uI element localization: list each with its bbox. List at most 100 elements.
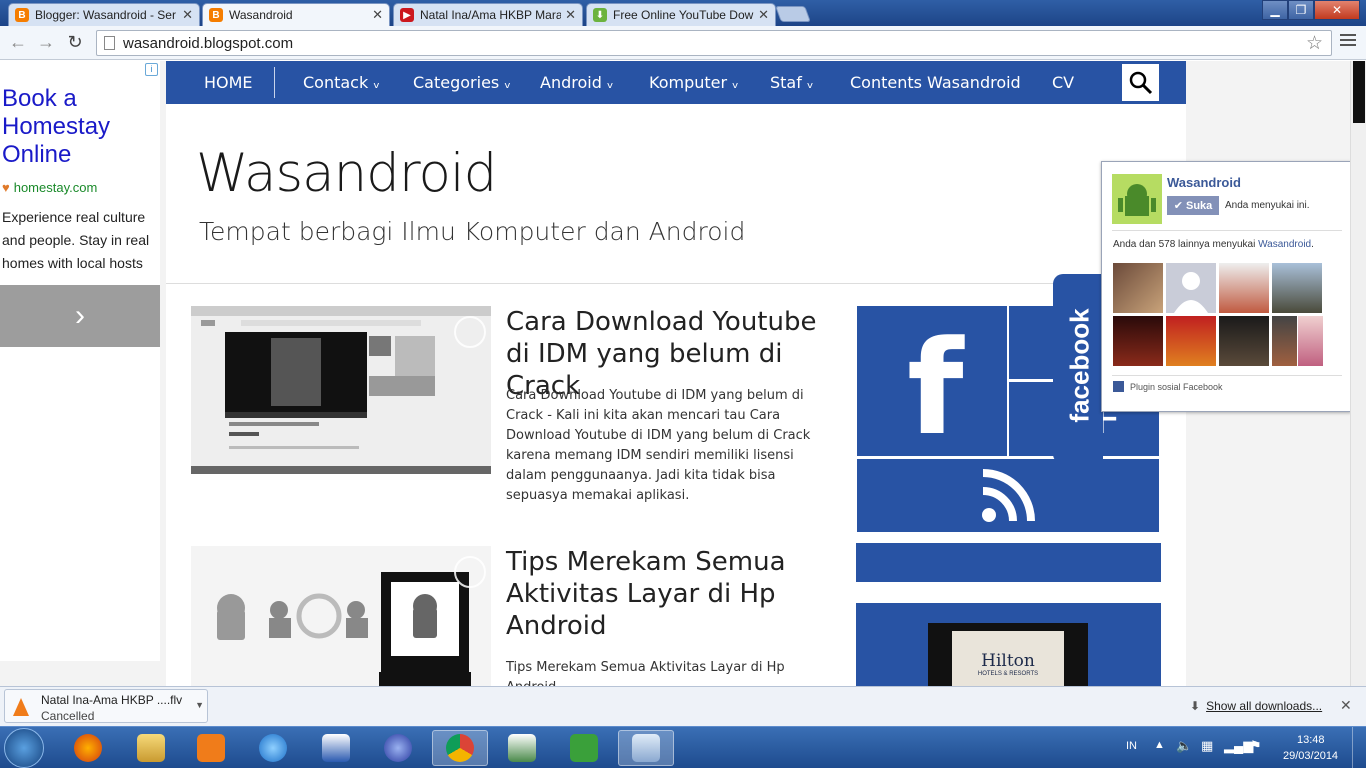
like-button[interactable]: ✔ Suka xyxy=(1167,196,1219,215)
ad-headline[interactable]: Book a Homestay Online xyxy=(2,85,152,169)
close-icon[interactable]: ✕ xyxy=(372,7,383,23)
nav-home[interactable]: HOME xyxy=(204,61,253,104)
taskbar-notepad[interactable] xyxy=(494,730,550,766)
taskbar-ie[interactable] xyxy=(245,730,301,766)
clock-date[interactable]: 29/03/2014 xyxy=(1283,750,1338,762)
screenshot-thumbnail-image xyxy=(191,306,491,474)
search-button[interactable] xyxy=(1122,64,1159,101)
taskbar-3g[interactable] xyxy=(370,730,426,766)
tab-title: Blogger: Wasandroid - Ser xyxy=(35,8,176,22)
hilton-ad[interactable]: Hilton HOTELS & RESORTS xyxy=(856,603,1161,686)
taskbar-explorer[interactable] xyxy=(123,730,179,766)
fan-avatar[interactable] xyxy=(1113,316,1163,366)
blue-banner xyxy=(856,543,1161,582)
taskbar-chrome[interactable] xyxy=(432,730,488,766)
ad-info-icon[interactable]: i xyxy=(145,63,158,76)
language-indicator[interactable]: IN xyxy=(1126,740,1137,752)
nav-contack[interactable]: Contack ᵥ xyxy=(303,61,380,104)
taskbar-media[interactable] xyxy=(183,730,239,766)
fan-avatar[interactable] xyxy=(1166,263,1216,313)
divider xyxy=(1112,375,1342,376)
play-icon xyxy=(454,556,486,588)
nav-android[interactable]: Android ᵥ xyxy=(540,61,614,104)
ad-domain[interactable]: ♥ homestay.com xyxy=(2,180,97,195)
signal-icon[interactable]: ▂▄▆ xyxy=(1224,738,1253,754)
search-icon xyxy=(1129,71,1152,94)
nav-komputer[interactable]: Komputer ᵥ xyxy=(649,61,739,104)
post-title[interactable]: Tips Merekam Semua Aktivitas Layar di Hp… xyxy=(506,546,826,642)
nav-contents[interactable]: Contents Wasandroid xyxy=(850,61,1021,104)
show-all-downloads-link[interactable]: ⬇ Show all downloads... xyxy=(1190,699,1322,713)
facebook-small-icon xyxy=(1113,381,1124,392)
taskbar-firefox[interactable] xyxy=(60,730,116,766)
plugin-label: Plugin sosial Facebook xyxy=(1130,381,1223,392)
action-center-icon[interactable]: ⚑ xyxy=(1250,738,1262,754)
clock-time[interactable]: 13:48 xyxy=(1297,734,1325,746)
address-bar[interactable]: wasandroid.blogspot.com ☆ xyxy=(96,30,1332,56)
blog-title[interactable]: Wasandroid xyxy=(196,143,497,204)
show-hidden-icons[interactable]: ▲ xyxy=(1154,739,1165,751)
like-label: Suka xyxy=(1185,199,1213,212)
fan-avatar[interactable] xyxy=(1166,316,1216,366)
taskbar-word[interactable] xyxy=(308,730,364,766)
fan-avatar[interactable] xyxy=(1272,316,1297,366)
tab-title: Natal Ina/Ama HKBP Mara xyxy=(420,8,562,22)
tab-downloader[interactable]: ⬇ Free Online YouTube Dow ✕ xyxy=(586,3,776,26)
hilton-card: Hilton HOTELS & RESORTS xyxy=(928,623,1088,686)
network-icon[interactable]: ▦ xyxy=(1201,738,1213,754)
download-status: Cancelled xyxy=(41,709,95,723)
android-recording-image xyxy=(191,546,491,686)
rss-tile[interactable] xyxy=(857,459,1159,532)
like-count: Anda dan 578 lainnya menyukai Wasandroid… xyxy=(1113,239,1314,250)
show-desktop-button[interactable] xyxy=(1352,727,1366,769)
fan-avatar[interactable] xyxy=(1219,263,1269,313)
page-scrollbar[interactable] xyxy=(1350,61,1366,686)
nav-categories[interactable]: Categories ᵥ xyxy=(413,61,511,104)
sidebar-ad[interactable]: i Book a Homestay Online ♥ homestay.com E… xyxy=(0,61,160,661)
forward-button[interactable]: → xyxy=(34,30,58,54)
fan-avatar[interactable] xyxy=(1113,263,1163,313)
page-name[interactable]: Wasandroid xyxy=(1167,175,1241,190)
nav-divider xyxy=(274,67,275,98)
fan-avatar[interactable] xyxy=(1219,316,1269,366)
like-count-text: Anda dan 578 lainnya menyukai xyxy=(1113,239,1256,250)
plugin-footer[interactable]: Plugin sosial Facebook xyxy=(1113,381,1223,392)
scrollbar-thumb[interactable] xyxy=(1353,61,1365,123)
firefox-icon xyxy=(74,734,102,762)
volume-icon[interactable]: 🔈 xyxy=(1176,738,1192,754)
page-icon xyxy=(104,36,115,50)
post-thumbnail[interactable] xyxy=(191,306,491,474)
close-icon[interactable]: ✕ xyxy=(565,7,576,23)
ad-body: Experience real culture and people. Stay… xyxy=(2,209,150,271)
facebook-tile[interactable]: f xyxy=(857,306,1007,458)
tab-youtube[interactable]: ▶ Natal Ina/Ama HKBP Mara ✕ xyxy=(393,3,583,26)
menu-icon[interactable] xyxy=(1340,34,1356,49)
nav-cv[interactable]: CV xyxy=(1052,61,1074,104)
close-icon[interactable]: ✕ xyxy=(758,7,769,23)
page-avatar[interactable] xyxy=(1112,174,1162,224)
close-icon[interactable]: ✕ xyxy=(182,7,193,23)
tab-blogger[interactable]: B Blogger: Wasandroid - Ser ✕ xyxy=(8,3,200,26)
download-item[interactable]: Natal Ina-Ama HKBP ....flv Cancelled ▼ xyxy=(4,689,208,723)
start-button[interactable] xyxy=(4,728,44,768)
chevron-down-icon[interactable]: ▼ xyxy=(195,700,204,710)
post-thumbnail[interactable] xyxy=(191,546,491,686)
tab-wasandroid[interactable]: B Wasandroid ✕ xyxy=(202,3,390,26)
page-link[interactable]: Wasandroid xyxy=(1258,239,1311,250)
facebook-side-tab[interactable]: facebook xyxy=(1053,274,1103,464)
taskbar-generic[interactable] xyxy=(618,730,674,766)
ad-arrow-button[interactable]: › xyxy=(0,285,160,347)
show-all-label: Show all downloads... xyxy=(1206,699,1323,713)
bookmark-star-icon[interactable]: ☆ xyxy=(1306,32,1323,55)
close-window-button[interactable]: ✕ xyxy=(1314,0,1360,20)
taskbar-excel-app[interactable] xyxy=(556,730,612,766)
fan-avatar[interactable] xyxy=(1298,316,1323,366)
back-button[interactable]: ← xyxy=(6,30,30,54)
nav-staf[interactable]: Staf ᵥ xyxy=(770,61,814,104)
reload-button[interactable]: ↻ xyxy=(63,30,87,54)
close-icon[interactable]: ✕ xyxy=(1340,697,1352,714)
maximize-button[interactable]: ❐ xyxy=(1288,0,1314,20)
fan-avatar[interactable] xyxy=(1272,263,1322,313)
minimize-button[interactable]: ▁ xyxy=(1262,0,1288,20)
new-tab-button[interactable] xyxy=(775,6,811,22)
